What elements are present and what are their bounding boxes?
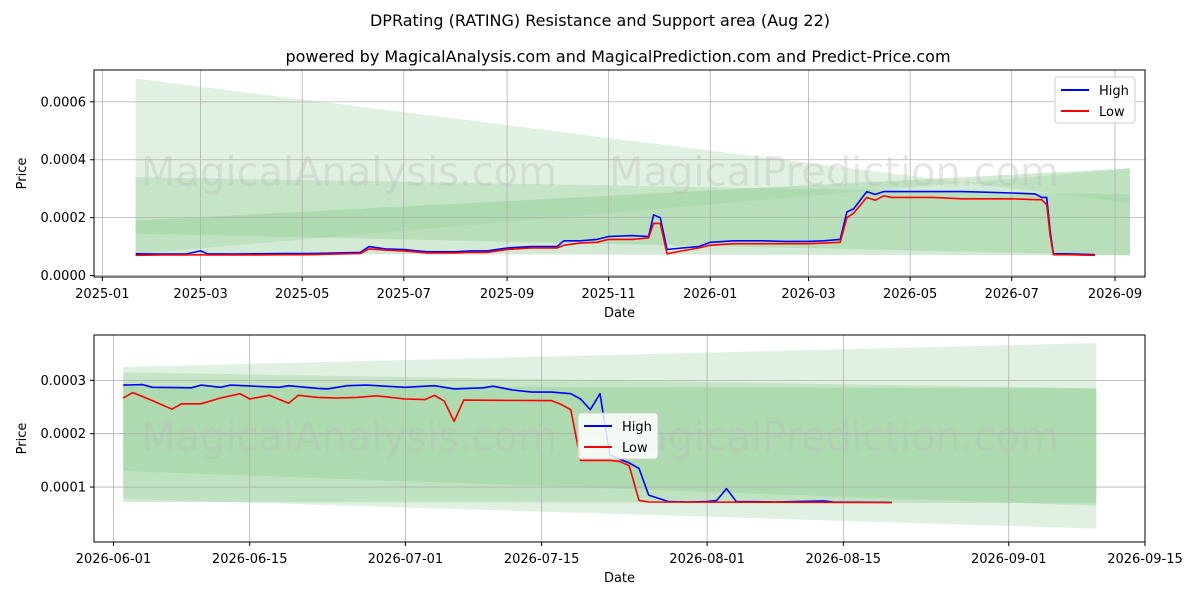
x-tick-label: 2026-06-15 (212, 552, 288, 567)
y-tick-label: 0.0006 (41, 95, 87, 110)
legend-label-high: High (1099, 84, 1129, 99)
y-tick-label: 0.0003 (41, 374, 87, 389)
y-axis-label: Price (15, 158, 30, 190)
watermark: MagicalAnalysis.com (141, 150, 557, 196)
watermark: MagicalAnalysis.com (141, 415, 557, 461)
x-tick-label: 2025-03 (173, 287, 227, 302)
watermark: MagicalPrediction.com (609, 150, 1059, 196)
y-axis-label: Price (15, 423, 30, 455)
legend-label-low: Low (1099, 105, 1125, 120)
x-tick-label: 2025-09 (480, 287, 534, 302)
x-tick-label: 2026-01 (683, 287, 737, 302)
legend: High Low (577, 412, 659, 460)
x-tick-label: 2026-03 (781, 287, 835, 302)
top-plot: MagicalAnalysis.com MagicalPrediction.com… (15, 69, 1146, 321)
legend: High Low (1054, 76, 1136, 124)
x-tick-label: 2026-05 (883, 287, 937, 302)
x-tick-label: 2025-01 (75, 287, 129, 302)
y-tick-label: 0.0002 (41, 427, 87, 442)
legend-label-high: High (622, 420, 652, 435)
x-axis-label: Date (604, 306, 635, 321)
y-tick-label: 0.0002 (41, 211, 87, 226)
x-tick-label: 2026-09-15 (1107, 552, 1183, 567)
y-tick-label: 0.0004 (41, 153, 87, 168)
x-tick-label: 2025-07 (377, 287, 431, 302)
y-tick-label: 0.0001 (41, 481, 87, 496)
x-tick-label: 2026-07 (985, 287, 1039, 302)
chart-root: DPRating (RATING) Resistance and Support… (0, 0, 1200, 600)
watermark: MagicalPrediction.com (609, 415, 1059, 461)
chart-title: DPRating (RATING) Resistance and Support… (370, 11, 830, 30)
x-tick-label: 2025-11 (582, 287, 636, 302)
x-tick-label: 2026-07-15 (504, 552, 580, 567)
x-axis-label: Date (604, 571, 635, 586)
x-tick-label: 2026-09 (1088, 287, 1142, 302)
x-tick-label: 2026-06-01 (76, 552, 152, 567)
chart-canvas: DPRating (RATING) Resistance and Support… (15, 11, 1183, 586)
y-tick-label: 0.0000 (41, 269, 87, 284)
x-tick-label: 2026-08-15 (806, 552, 882, 567)
legend-label-low: Low (622, 441, 648, 456)
x-tick-label: 2026-07-01 (368, 552, 444, 567)
chart-subtitle: powered by MagicalAnalysis.com and Magic… (285, 47, 950, 66)
x-tick-label: 2025-05 (275, 287, 329, 302)
bottom-plot: MagicalAnalysis.com MagicalPrediction.com… (15, 334, 1183, 586)
x-tick-label: 2026-09-01 (971, 552, 1047, 567)
x-tick-label: 2026-08-01 (669, 552, 745, 567)
